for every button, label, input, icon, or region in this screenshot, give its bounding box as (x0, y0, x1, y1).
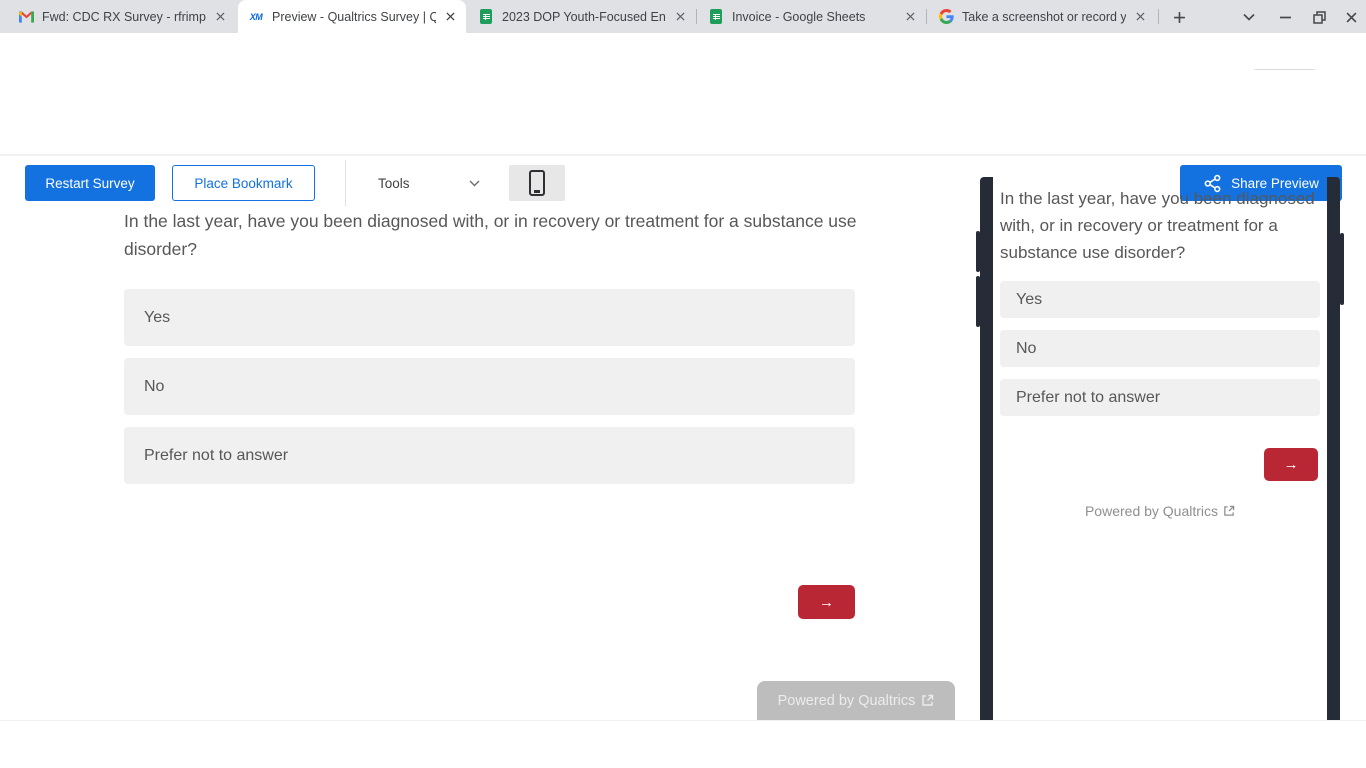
minimize-button[interactable] (1274, 6, 1296, 28)
phone-volume-up-button (976, 231, 980, 272)
powered-by-label: Powered by Qualtrics (777, 692, 916, 709)
tab-separator (696, 9, 697, 24)
powered-by-label: Powered by Qualtrics (1084, 503, 1219, 519)
chevron-down-icon[interactable] (1238, 6, 1260, 28)
phone-bezel-right (1327, 177, 1340, 720)
option-no[interactable]: No (124, 358, 855, 415)
external-link-icon (1224, 505, 1235, 516)
external-link-icon (922, 694, 934, 706)
tab-qualtrics-preview[interactable]: XM Preview - Qualtrics Survey | Qu (238, 0, 466, 33)
next-button-mobile[interactable]: → (1264, 448, 1318, 481)
powered-by-qualtrics-link-mobile[interactable]: Powered by Qualtrics (993, 503, 1327, 519)
option-yes[interactable]: Yes (124, 289, 855, 346)
close-icon[interactable] (212, 9, 228, 25)
qualtrics-xm-icon: XM (249, 11, 263, 22)
powered-by-qualtrics-link[interactable]: Powered by Qualtrics (757, 681, 955, 720)
tab-title: Invoice - Google Sheets (732, 9, 866, 24)
google-icon (938, 9, 954, 25)
option-yes-mobile[interactable]: Yes (1000, 281, 1320, 318)
place-bookmark-button[interactable]: Place Bookmark (172, 165, 315, 201)
survey-question-mobile: In the last year, have you been diagnose… (1000, 189, 1315, 262)
next-button[interactable]: → (798, 585, 855, 619)
tab-title: 2023 DOP Youth-Focused Envi (502, 9, 666, 24)
shelf: Jan 31 4:09 (0, 720, 1366, 768)
tools-dropdown[interactable]: Tools (360, 165, 490, 201)
tab-strip: Fwd: CDC RX Survey - rfrimpon XM Preview… (0, 0, 1366, 33)
tab-sheets-invoice[interactable]: Invoice - Google Sheets (698, 0, 926, 33)
screen: Fwd: CDC RX Survey - rfrimpon XM Preview… (0, 0, 1366, 768)
new-tab-button[interactable] (1166, 4, 1192, 30)
close-icon[interactable] (902, 9, 918, 25)
tab-separator (926, 9, 927, 24)
tab-separator (1158, 9, 1159, 24)
phone-power-button (1340, 233, 1344, 305)
smartphone-icon (529, 170, 545, 196)
qualtrics-preview-toolbar: Restart Survey Place Bookmark Tools Shar… (0, 70, 1366, 206)
option-prefer-not-mobile[interactable]: Prefer not to answer (1000, 379, 1320, 416)
mobile-view-toggle[interactable] (509, 165, 565, 201)
phone-bezel-left (980, 177, 993, 720)
toolbar-divider (345, 160, 346, 206)
tab-title: Fwd: CDC RX Survey - rfrimpon (42, 9, 206, 24)
google-sheets-icon (478, 9, 494, 25)
option-prefer-not[interactable]: Prefer not to answer (124, 427, 855, 484)
phone-volume-down-button (976, 276, 980, 327)
restart-survey-button[interactable]: Restart Survey (25, 165, 155, 201)
tab-title: Preview - Qualtrics Survey | Qu (272, 9, 436, 24)
tab-title: Take a screenshot or record yo (962, 9, 1126, 24)
option-no-mobile[interactable]: No (1000, 330, 1320, 367)
tab-gmail[interactable]: Fwd: CDC RX Survey - rfrimpon (8, 0, 236, 33)
chevron-down-icon (469, 180, 480, 186)
close-icon[interactable] (672, 9, 688, 25)
gmail-icon (18, 9, 34, 25)
close-window-button[interactable] (1340, 6, 1362, 28)
google-sheets-icon (708, 9, 724, 25)
maximize-button[interactable] (1308, 6, 1330, 28)
tools-label: Tools (378, 175, 410, 191)
browser-toolbar: lucid.co1.qualtrics.com/jfe/preview/prev… (0, 33, 1366, 99)
survey-question: In the last year, have you been diagnose… (124, 211, 857, 259)
tab-sheets-dop[interactable]: 2023 DOP Youth-Focused Envi (468, 0, 696, 33)
tab-google-search[interactable]: Take a screenshot or record yo (928, 0, 1156, 33)
close-icon[interactable] (1132, 9, 1148, 25)
close-icon[interactable] (442, 9, 458, 25)
